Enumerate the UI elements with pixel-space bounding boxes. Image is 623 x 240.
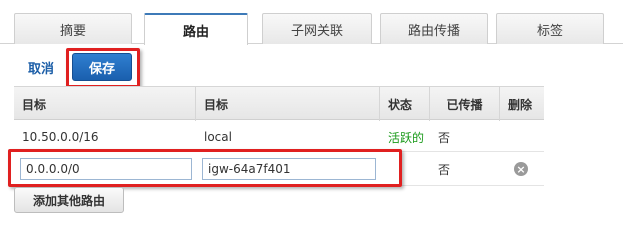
route-status: 活跃的	[388, 130, 425, 145]
tab-bar: 摘要 路由 子网关联 路由传播 标签	[0, 0, 623, 45]
header-target: 目标	[196, 87, 380, 121]
tab-summary[interactable]: 摘要	[14, 13, 132, 44]
save-button[interactable]: 保存	[72, 53, 132, 81]
close-circle-icon[interactable]: ×	[514, 162, 528, 176]
header-delete: 删除	[508, 97, 533, 112]
cancel-link[interactable]: 取消	[28, 58, 54, 77]
header-propagated: 已传播	[430, 87, 500, 121]
tab-routes[interactable]: 路由	[144, 13, 248, 45]
table-header: 目标 目标 状态 已传播 删除	[14, 86, 544, 121]
route-table-panel: 摘要 路由 子网关联 路由传播 标签 取消 保存 目标 目标 状态 已传播 删除…	[0, 0, 623, 216]
route-propagated: 否	[438, 130, 451, 145]
new-route-propagated: 否	[438, 163, 451, 177]
tab-subnet-associations[interactable]: 子网关联	[262, 13, 372, 44]
tab-tags[interactable]: 标签	[496, 13, 604, 44]
route-target: local	[204, 130, 232, 144]
header-destination: 目标	[14, 87, 196, 121]
new-route-highlight-box	[8, 149, 402, 187]
header-status: 状态	[380, 87, 430, 121]
table-row: 10.50.0.0/16 local 活跃的 否	[14, 122, 544, 152]
add-route-button[interactable]: 添加其他路由	[14, 187, 124, 213]
route-destination: 10.50.0.0/16	[22, 130, 99, 144]
tab-route-propagation[interactable]: 路由传播	[380, 13, 488, 44]
